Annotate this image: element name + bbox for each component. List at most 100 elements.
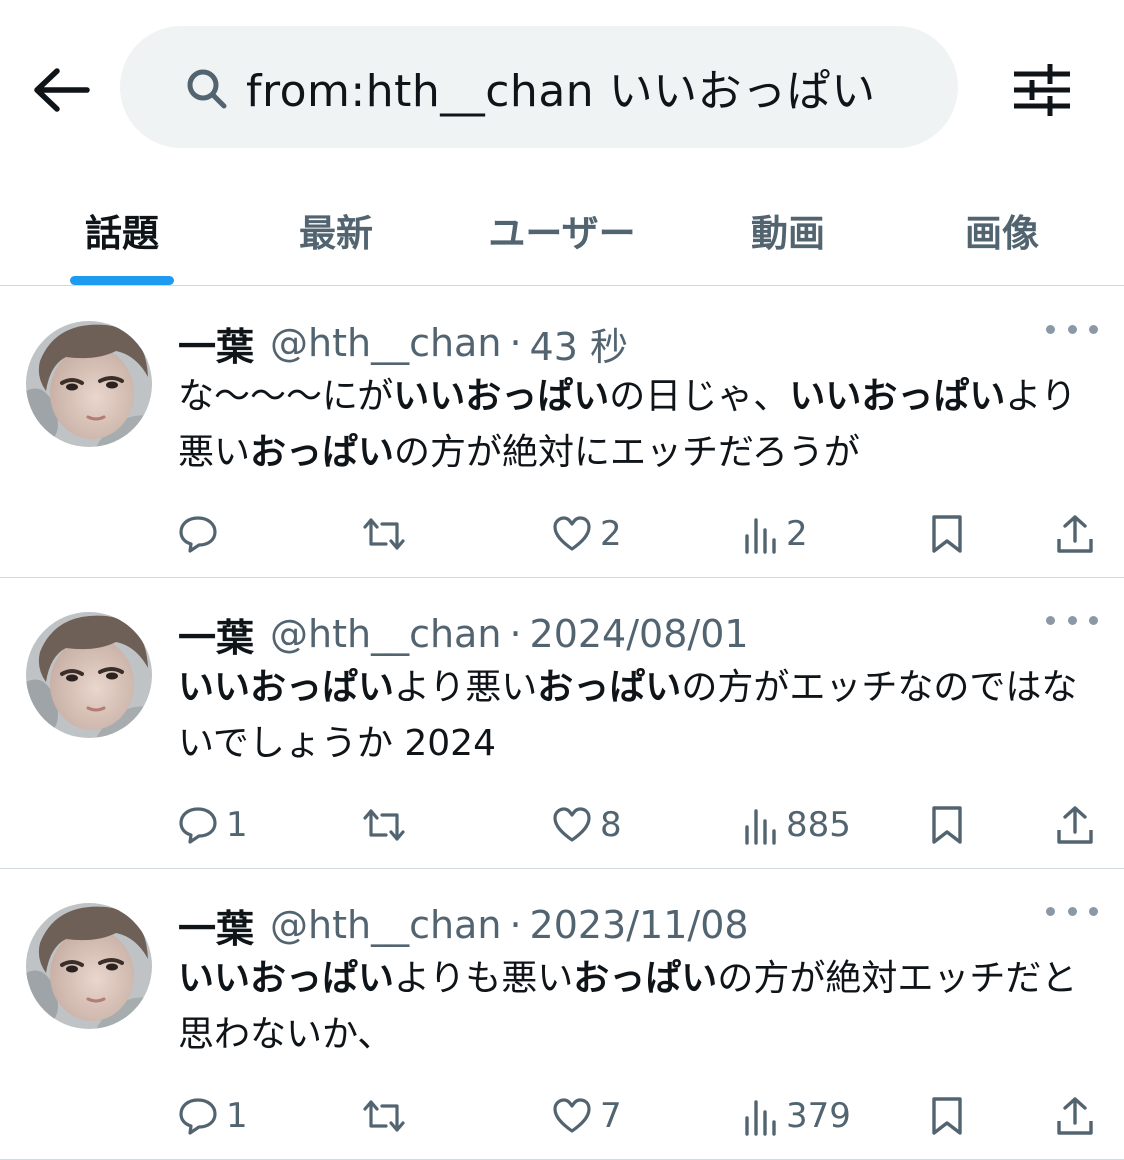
more-icon	[1046, 324, 1098, 334]
search-tabs: 話題 最新 ユーザー 動画 画像	[0, 175, 1124, 286]
more-icon	[1046, 615, 1098, 625]
share-button[interactable]	[1056, 509, 1094, 559]
post[interactable]: 一葉 @hth__chan · 43 秒 な〜〜〜にがいいおっぱいの日じゃ、いい…	[0, 287, 1124, 578]
repost-button[interactable]	[362, 509, 414, 559]
tab-top[interactable]: 話題	[20, 175, 224, 285]
post-header: 一葉 @hth__chan · 2024/08/01	[178, 608, 749, 660]
post-header: 一葉 @hth__chan · 2023/11/08	[178, 899, 749, 951]
author-name[interactable]: 一葉	[178, 607, 254, 662]
post-more-button[interactable]	[1046, 315, 1098, 343]
like-button[interactable]: 8	[552, 800, 622, 850]
bookmark-button[interactable]	[930, 509, 964, 559]
view-count: 2	[786, 514, 808, 554]
bookmark-button[interactable]	[930, 800, 964, 850]
repost-icon	[363, 809, 405, 841]
search-results-screen: from:hth__chan いいおっぱい 話題 最新 ユーザー 動画 画像 一…	[0, 0, 1124, 1160]
post-timestamp[interactable]: 43 秒	[530, 316, 628, 371]
bookmark-button[interactable]	[930, 1091, 964, 1141]
tab-label: 画像	[965, 212, 1039, 255]
highlighted-term: おっぱい	[250, 432, 395, 473]
post-text: な〜〜〜にがいいおっぱいの日じゃ、いいおっぱいより悪いおっぱいの方が絶対にエッチ…	[178, 369, 1088, 481]
like-icon	[553, 1098, 591, 1133]
text-segment: の方が絶対にエッチだろうが	[394, 432, 860, 473]
share-button[interactable]	[1056, 800, 1094, 850]
author-handle[interactable]: @hth__chan	[270, 612, 501, 656]
tab-users[interactable]: ユーザー	[448, 175, 676, 285]
post-actions: 1 8 885	[0, 800, 1124, 850]
like-count: 8	[600, 805, 622, 845]
views-button[interactable]: 2	[744, 509, 808, 559]
tab-videos[interactable]: 動画	[686, 175, 890, 285]
views-button[interactable]: 379	[744, 1091, 851, 1141]
avatar-image	[26, 321, 152, 447]
highlighted-term: おっぱい	[573, 958, 718, 999]
search-query[interactable]: from:hth__chan いいおっぱい	[246, 55, 876, 119]
view-count: 885	[786, 805, 851, 845]
highlighted-term: いいおっぱい	[789, 376, 1006, 417]
text-segment: より悪い	[394, 667, 538, 708]
reply-icon	[179, 1098, 217, 1135]
avatar[interactable]	[26, 903, 152, 1029]
back-button[interactable]	[22, 50, 102, 130]
separator-dot: ·	[509, 321, 522, 365]
avatar[interactable]	[26, 612, 152, 738]
post-more-button[interactable]	[1046, 897, 1098, 925]
text-segment: の日じゃ、	[609, 376, 790, 417]
like-icon	[553, 807, 591, 842]
search-icon	[187, 69, 227, 109]
search-filter-button[interactable]	[1000, 48, 1084, 132]
post-actions: 2 2	[0, 509, 1124, 559]
views-icon	[745, 809, 776, 845]
reply-icon	[179, 807, 217, 844]
back-arrow-icon	[34, 68, 90, 112]
avatar[interactable]	[26, 321, 152, 447]
views-icon	[745, 518, 776, 554]
reply-button[interactable]: 1	[178, 1091, 248, 1141]
share-icon	[1057, 806, 1093, 844]
highlighted-term: いいおっぱい	[178, 667, 395, 708]
avatar-image	[26, 612, 152, 738]
share-icon	[1057, 515, 1093, 553]
like-button[interactable]: 7	[552, 1091, 622, 1141]
view-count: 379	[786, 1096, 851, 1136]
reply-button[interactable]	[178, 509, 226, 559]
post-actions: 1 7 379	[0, 1091, 1124, 1141]
tab-images[interactable]: 画像	[900, 175, 1104, 285]
author-handle[interactable]: @hth__chan	[270, 903, 501, 947]
post-timestamp[interactable]: 2023/11/08	[530, 903, 749, 947]
active-tab-indicator	[70, 276, 174, 285]
repost-button[interactable]	[362, 1091, 414, 1141]
like-icon	[553, 516, 591, 551]
reply-count: 1	[226, 805, 248, 845]
more-icon	[1046, 906, 1098, 916]
reply-count: 1	[226, 1096, 248, 1136]
share-button[interactable]	[1056, 1091, 1094, 1141]
repost-button[interactable]	[362, 800, 414, 850]
post[interactable]: 一葉 @hth__chan · 2023/11/08 いいおっぱいよりも悪いおっ…	[0, 869, 1124, 1160]
separator-dot: ·	[509, 612, 522, 656]
author-handle[interactable]: @hth__chan	[270, 321, 501, 365]
author-name[interactable]: 一葉	[178, 316, 254, 371]
highlighted-term: いいおっぱい	[178, 958, 395, 999]
tab-label: 話題	[85, 212, 159, 255]
highlighted-term: おっぱい	[537, 667, 682, 708]
highlighted-term: いいおっぱい	[393, 376, 610, 417]
post[interactable]: 一葉 @hth__chan · 2024/08/01 いいおっぱいより悪いおっぱ…	[0, 578, 1124, 869]
author-name[interactable]: 一葉	[178, 898, 254, 953]
post-timestamp[interactable]: 2024/08/01	[530, 612, 749, 656]
like-button[interactable]: 2	[552, 509, 622, 559]
bookmark-icon	[932, 806, 962, 844]
post-more-button[interactable]	[1046, 606, 1098, 634]
search-header: from:hth__chan いいおっぱい	[0, 0, 1124, 175]
tab-latest[interactable]: 最新	[234, 175, 438, 285]
bookmark-icon	[932, 515, 962, 553]
views-button[interactable]: 885	[744, 800, 851, 850]
separator-dot: ·	[509, 903, 522, 947]
bookmark-icon	[932, 1097, 962, 1135]
avatar-image	[26, 903, 152, 1029]
repost-icon	[363, 1100, 405, 1132]
reply-button[interactable]: 1	[178, 800, 248, 850]
reply-icon	[179, 516, 217, 553]
repost-icon	[363, 518, 405, 550]
search-bar[interactable]: from:hth__chan いいおっぱい	[120, 26, 958, 148]
